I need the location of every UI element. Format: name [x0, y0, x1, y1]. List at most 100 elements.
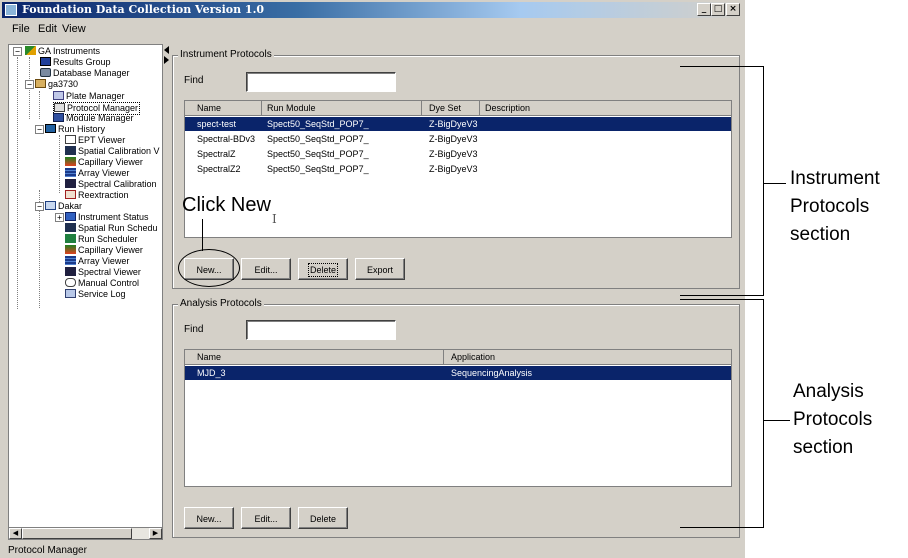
tree-expander[interactable]: − — [25, 80, 34, 89]
capillary-viewer-icon — [65, 245, 76, 254]
instrument-edit-button[interactable]: Edit... — [241, 258, 291, 280]
status-text: Protocol Manager — [8, 545, 87, 556]
ept-viewer-icon — [65, 135, 76, 144]
column-header-description[interactable]: Description — [485, 102, 530, 114]
instrument-find-input[interactable] — [246, 72, 396, 92]
instrument-protocols-table: Name Run Module Dye Set Description spec… — [184, 100, 732, 238]
tree-item-array-viewer[interactable]: Array Viewer — [65, 168, 129, 179]
tree-expander[interactable]: − — [35, 202, 44, 211]
tree-item-ga3730[interactable]: ga3730 — [35, 79, 78, 90]
column-header-application[interactable]: Application — [451, 351, 495, 363]
run-scheduler-icon — [65, 234, 76, 243]
tree-item-dakar[interactable]: Dakar — [45, 201, 82, 212]
expand-right-icon[interactable] — [164, 56, 169, 64]
run-history-icon — [45, 124, 56, 133]
callout-circle — [178, 249, 240, 287]
tree-item-plate-manager[interactable]: Plate Manager — [53, 91, 125, 102]
close-button[interactable]: × — [726, 3, 740, 16]
table-row[interactable]: SpectralZ Spect50_SeqStd_POP7_ Z-BigDyeV… — [185, 147, 731, 161]
tree-item-array-viewer-2[interactable]: Array Viewer — [65, 256, 129, 267]
tree-item-results-group[interactable]: Results Group — [40, 57, 111, 68]
analysis-find-input[interactable] — [246, 320, 396, 340]
menu-view[interactable]: View — [62, 23, 86, 35]
instrument-delete-button[interactable]: Delete — [298, 258, 348, 280]
tree-connector — [17, 57, 18, 309]
menu-file[interactable]: File — [12, 23, 30, 35]
tree-item-capillary-viewer-2[interactable]: Capillary Viewer — [65, 245, 143, 256]
column-header-name[interactable]: Name — [197, 351, 221, 363]
plate-icon — [53, 91, 64, 100]
tree-expander[interactable]: + — [55, 213, 64, 222]
database-icon — [40, 68, 51, 77]
analysis-new-button[interactable]: New... — [184, 507, 234, 529]
pane-splitter[interactable] — [163, 44, 171, 540]
instrument-status-icon — [65, 212, 76, 221]
text-cursor-icon: I — [272, 212, 277, 226]
capillary-viewer-icon — [65, 157, 76, 166]
analysis-edit-button[interactable]: Edit... — [241, 507, 291, 529]
tree-item-ga-instruments[interactable]: GA Instruments — [25, 46, 100, 57]
tree-item-instrument-status[interactable]: Instrument Status — [65, 212, 149, 223]
table-header: Name Run Module Dye Set Description — [185, 101, 731, 116]
manual-control-icon — [65, 278, 76, 287]
tree-horizontal-scrollbar[interactable]: ◀ ▶ — [8, 527, 163, 540]
instrument-icon — [45, 201, 56, 210]
scroll-left-icon[interactable]: ◀ — [9, 528, 22, 539]
tree-item-spatial-calibration[interactable]: Spatial Calibration V — [65, 146, 160, 157]
column-header-dye-set[interactable]: Dye Set — [429, 102, 461, 114]
tree-expander[interactable]: − — [35, 125, 44, 134]
tree-item-spatial-run-scheduler[interactable]: Spatial Run Schedu — [65, 223, 158, 234]
menu-bar: File Edit View — [2, 20, 743, 38]
tree-item-service-log[interactable]: Service Log — [65, 289, 126, 300]
table-row[interactable]: SpectralZ2 Spect50_SeqStd_POP7_ Z-BigDye… — [185, 162, 731, 176]
instrument-find-label: Find — [184, 75, 204, 86]
instrument-protocols-title: Instrument Protocols — [178, 49, 274, 60]
tree-item-spectral-calibration[interactable]: Spectral Calibration — [65, 179, 157, 190]
array-viewer-icon — [65, 256, 76, 265]
table-row[interactable]: MJD_3 SequencingAnalysis — [185, 366, 731, 380]
ga-instruments-icon — [25, 46, 36, 55]
analysis-section-bracket — [680, 299, 764, 528]
analysis-bracket-tick — [764, 420, 790, 421]
instrument-export-button[interactable]: Export — [355, 258, 405, 280]
callout-pointer-line — [202, 219, 203, 251]
click-new-callout: Click New — [182, 194, 271, 216]
spatial-run-icon — [65, 223, 76, 232]
table-header: Name Application — [185, 350, 731, 365]
tree-item-reextraction[interactable]: Reextraction — [65, 190, 129, 201]
tree-item-capillary-viewer[interactable]: Capillary Viewer — [65, 157, 143, 168]
spatial-calibration-icon — [65, 146, 76, 155]
table-row[interactable]: Spectral-BDv3 Spect50_SeqStd_POP7_ Z-Big… — [185, 132, 731, 146]
module-icon — [53, 113, 64, 122]
menu-edit[interactable]: Edit — [38, 23, 57, 35]
column-header-name[interactable]: Name — [197, 102, 221, 114]
navigation-tree: − GA Instruments Results Group Database … — [8, 44, 163, 540]
tree-item-database-manager[interactable]: Database Manager — [40, 68, 130, 79]
scroll-right-icon[interactable]: ▶ — [149, 528, 162, 539]
collapse-left-icon[interactable] — [164, 46, 169, 54]
tree-item-module-manager[interactable]: Module Manager — [53, 113, 134, 124]
tree-item-ept-viewer[interactable]: EPT Viewer — [65, 135, 125, 146]
array-viewer-icon — [65, 168, 76, 177]
tree-connector — [59, 135, 60, 193]
results-group-icon — [40, 57, 51, 66]
window-title: Foundation Data Collection Version 1.0 — [22, 3, 265, 16]
status-bar: Protocol Manager — [2, 542, 743, 558]
analysis-delete-button[interactable]: Delete — [298, 507, 348, 529]
tree-item-manual-control[interactable]: Manual Control — [65, 278, 139, 289]
title-bar[interactable]: Foundation Data Collection Version 1.0 _… — [2, 2, 743, 18]
minimize-button[interactable]: _ — [697, 3, 711, 16]
analysis-protocols-title: Analysis Protocols — [178, 298, 264, 309]
service-log-icon — [65, 289, 76, 298]
tree-item-run-history[interactable]: Run History — [45, 124, 105, 135]
application-window: Foundation Data Collection Version 1.0 _… — [0, 0, 745, 558]
analysis-section-label: Analysis Protocols section — [793, 381, 873, 458]
protocol-icon — [54, 103, 65, 112]
maximize-button[interactable]: □ — [711, 3, 725, 16]
tree-expander[interactable]: − — [13, 47, 22, 56]
table-row[interactable]: spect-test Spect50_SeqStd_POP7_ Z-BigDye… — [185, 117, 731, 131]
column-header-run-module[interactable]: Run Module — [267, 102, 316, 114]
tree-item-spectral-viewer[interactable]: Spectral Viewer — [65, 267, 141, 278]
tree-item-run-scheduler[interactable]: Run Scheduler — [65, 234, 138, 245]
scroll-thumb[interactable] — [22, 528, 132, 539]
